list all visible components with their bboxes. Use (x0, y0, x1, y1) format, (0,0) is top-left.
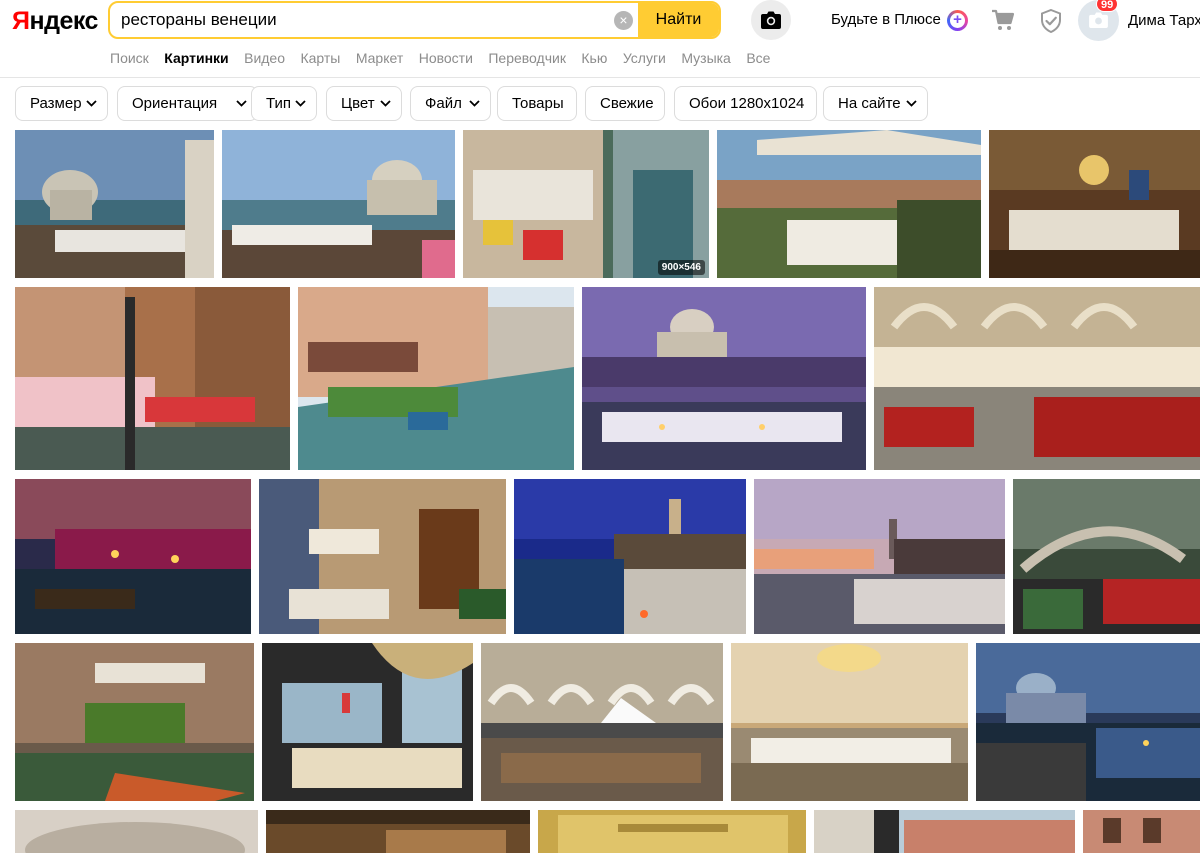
camera-icon (761, 11, 781, 29)
yandex-logo[interactable]: Яндекс (12, 6, 98, 36)
filter-color[interactable]: Цвет (326, 86, 402, 121)
service-tab-search[interactable]: Поиск (110, 49, 149, 67)
service-tab-translate[interactable]: Переводчик (488, 49, 566, 67)
image-thumbnail[interactable] (514, 479, 746, 634)
filter-label: Ориентация (132, 95, 218, 112)
filter-orientation[interactable]: Ориентация (117, 86, 258, 121)
search-button[interactable]: Найти (638, 3, 719, 37)
service-tab-uslugi[interactable]: Услуги (623, 49, 666, 67)
image-search-button[interactable] (751, 0, 791, 40)
image-thumbnail[interactable] (1013, 479, 1200, 634)
service-tab-q[interactable]: Кью (581, 49, 607, 67)
image-thumbnail[interactable] (582, 287, 866, 470)
image-thumbnail[interactable] (538, 810, 806, 853)
image-thumbnail[interactable] (976, 643, 1200, 801)
chevron-down-icon (295, 100, 306, 107)
image-thumbnail[interactable]: 900×546 (463, 130, 709, 278)
filter-file[interactable]: Файл (410, 86, 491, 121)
service-tab-video[interactable]: Видео (244, 49, 285, 67)
filter-label: Товары (512, 95, 564, 112)
user-name[interactable]: Дима Тарх (1128, 12, 1200, 29)
image-thumbnail[interactable] (989, 130, 1200, 278)
shield-icon[interactable] (1040, 9, 1062, 33)
image-thumbnail[interactable] (298, 287, 574, 470)
service-tab-all[interactable]: Все (746, 49, 770, 67)
filter-type[interactable]: Тип (251, 86, 317, 121)
plus-link[interactable]: Будьте в Плюсе (831, 11, 941, 29)
service-tab-maps[interactable]: Карты (300, 49, 340, 67)
image-thumbnail[interactable] (222, 130, 455, 278)
clear-search-icon[interactable]: × (614, 11, 633, 30)
filter-goods[interactable]: Товары (497, 86, 577, 121)
camera-icon (1089, 12, 1108, 28)
filter-label: Свежие (600, 95, 654, 112)
chevron-down-icon (469, 100, 480, 107)
chevron-down-icon (380, 100, 391, 107)
image-size-label: 900×546 (657, 260, 705, 275)
filter-label: Размер (30, 95, 82, 112)
services-nav: Поиск Картинки Видео Карты Маркет Новост… (110, 49, 781, 69)
service-tab-market[interactable]: Маркет (356, 49, 403, 67)
image-thumbnail[interactable] (15, 287, 290, 470)
header-divider (0, 77, 1200, 78)
search-input[interactable] (110, 3, 610, 37)
filter-fresh[interactable]: Свежие (585, 86, 665, 121)
search-box: × Найти (108, 1, 721, 39)
image-thumbnail[interactable] (717, 130, 981, 278)
image-thumbnail[interactable] (15, 479, 251, 634)
filter-label: На сайте (838, 95, 901, 112)
image-thumbnail[interactable] (874, 287, 1200, 470)
chevron-down-icon (906, 100, 917, 107)
service-tab-music[interactable]: Музыка (681, 49, 731, 67)
image-thumbnail[interactable] (15, 643, 254, 801)
chevron-down-icon (86, 100, 97, 107)
image-thumbnail[interactable] (814, 810, 1075, 853)
filter-wallpaper[interactable]: Обои 1280х1024 (674, 86, 817, 121)
notifications-badge[interactable]: 99 (1096, 0, 1119, 12)
filter-label: Тип (266, 95, 292, 112)
image-thumbnail[interactable] (481, 643, 723, 801)
header: Яндекс × Найти Будьте в Плюсе + 99 Дима … (0, 0, 1200, 44)
filter-size[interactable]: Размер (15, 86, 108, 121)
service-tab-news[interactable]: Новости (419, 49, 473, 67)
chevron-down-icon (236, 100, 247, 107)
image-thumbnail[interactable] (259, 479, 506, 634)
image-thumbnail[interactable] (262, 643, 473, 801)
image-thumbnail[interactable] (754, 479, 1005, 634)
plus-icon[interactable]: + (947, 10, 968, 31)
filter-on-site[interactable]: На сайте (823, 86, 928, 121)
image-thumbnail[interactable] (266, 810, 530, 853)
image-thumbnail[interactable] (15, 810, 258, 853)
image-thumbnail[interactable] (731, 643, 968, 801)
filter-label: Цвет (341, 95, 375, 112)
image-thumbnail[interactable] (1083, 810, 1200, 853)
filter-label: Обои 1280х1024 (689, 95, 805, 112)
image-thumbnail[interactable] (15, 130, 214, 278)
service-tab-images[interactable]: Картинки (164, 49, 228, 67)
filter-label: Файл (425, 95, 462, 112)
cart-icon[interactable] (991, 9, 1015, 31)
